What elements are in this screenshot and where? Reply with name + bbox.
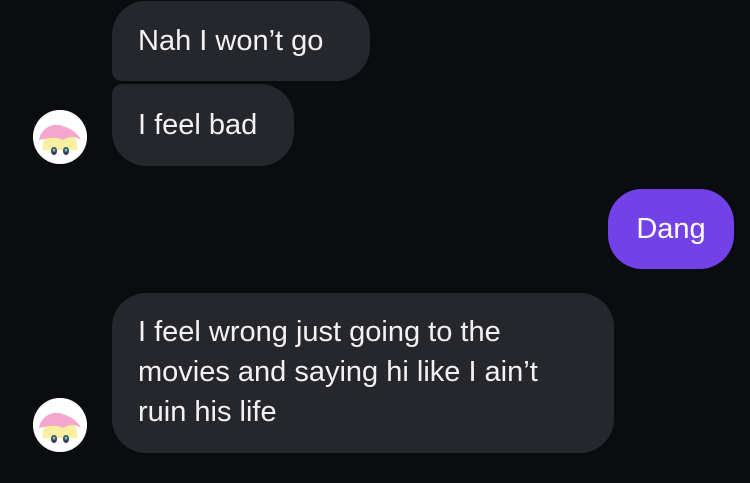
message-text: Dang bbox=[636, 213, 706, 245]
message-text: I feel bad bbox=[138, 109, 258, 141]
avatar[interactable] bbox=[33, 110, 87, 164]
message-text-line: movies and saying hi like I ain’t bbox=[138, 356, 538, 388]
message-bubble-incoming[interactable]: Nah I won’t go bbox=[112, 1, 370, 81]
message-text-line: ruin his life bbox=[138, 396, 277, 428]
message-bubble-outgoing[interactable]: Dang bbox=[608, 189, 734, 269]
avatar[interactable] bbox=[33, 398, 87, 452]
message-bubble-incoming[interactable]: I feel wrong just going to the movies an… bbox=[112, 293, 614, 453]
message-bubble-incoming[interactable]: I feel bad bbox=[112, 84, 294, 166]
pony-avatar-icon bbox=[33, 398, 87, 452]
message-text-line: I feel wrong just going to the bbox=[138, 316, 501, 348]
message-text: Nah I won’t go bbox=[138, 25, 324, 57]
pony-avatar-icon bbox=[33, 110, 87, 164]
